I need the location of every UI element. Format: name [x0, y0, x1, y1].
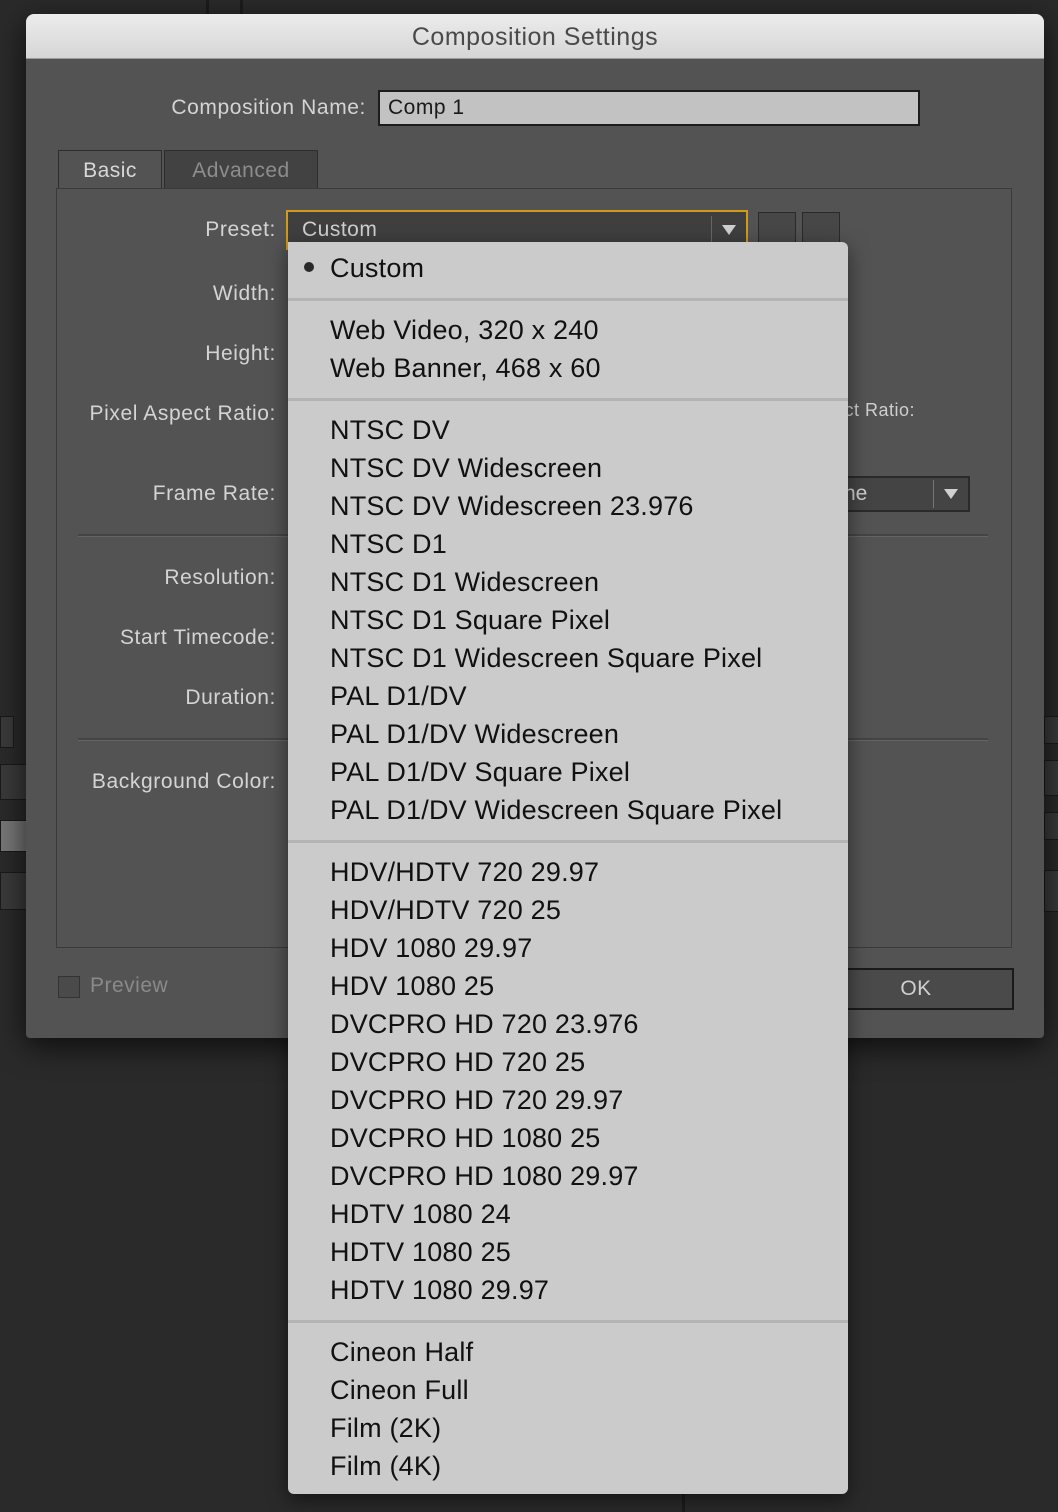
background-panel-left — [0, 716, 14, 748]
composition-name-label: Composition Name: — [171, 96, 366, 119]
background-panel-left — [0, 872, 28, 910]
menu-item[interactable]: HDTV 1080 25 — [330, 1233, 511, 1271]
menu-item[interactable]: NTSC D1 Square Pixel — [330, 601, 610, 639]
window-title: Composition Settings — [26, 14, 1044, 59]
background-panel-right — [1044, 812, 1058, 840]
tab-basic[interactable]: Basic — [58, 150, 162, 189]
menu-item[interactable]: NTSC DV — [330, 411, 450, 449]
duration-label: Duration: — [185, 686, 276, 709]
preset-value: Custom — [302, 218, 378, 241]
start-timecode-label: Start Timecode: — [119, 626, 276, 649]
background-divider — [682, 1494, 685, 1512]
menu-item[interactable]: HDV 1080 29.97 — [330, 929, 532, 967]
menu-item[interactable]: Cineon Half — [330, 1333, 473, 1371]
menu-item[interactable]: DVCPRO HD 720 29.97 — [330, 1081, 623, 1119]
menu-separator — [288, 1320, 848, 1323]
menu-item[interactable]: PAL D1/DV — [330, 677, 467, 715]
menu-item[interactable]: Cineon Full — [330, 1371, 469, 1409]
composition-name-input[interactable]: Comp 1 — [378, 90, 920, 126]
background-panel-right — [1044, 716, 1058, 744]
background-panel-right — [1044, 870, 1058, 912]
menu-item[interactable]: NTSC D1 Widescreen — [330, 563, 599, 601]
menu-item[interactable]: Web Banner, 468 x 60 — [330, 349, 601, 387]
preview-checkbox[interactable] — [58, 976, 80, 998]
preset-menu: Custom Web Video, 320 x 240 Web Banner, … — [288, 242, 848, 1494]
background-divider — [240, 0, 243, 14]
frame-rate-label: Frame Rate: — [152, 482, 276, 505]
menu-item[interactable]: DVCPRO HD 720 25 — [330, 1043, 585, 1081]
menu-separator — [288, 298, 848, 301]
menu-item[interactable]: NTSC DV Widescreen 23.976 — [330, 487, 694, 525]
pixel-aspect-ratio-label: Pixel Aspect Ratio: — [89, 402, 276, 425]
menu-separator — [288, 840, 848, 843]
menu-separator — [288, 398, 848, 401]
background-panel-left — [0, 764, 28, 800]
selected-bullet-icon — [304, 262, 314, 272]
width-label: Width: — [212, 282, 276, 305]
menu-item[interactable]: Film (4K) — [330, 1447, 441, 1485]
background-color-label: Background Color: — [91, 770, 276, 793]
menu-item[interactable]: Custom — [330, 249, 424, 287]
preview-label: Preview — [90, 974, 169, 997]
menu-item[interactable]: DVCPRO HD 1080 25 — [330, 1119, 601, 1157]
menu-item[interactable]: HDTV 1080 24 — [330, 1195, 511, 1233]
menu-item[interactable]: HDTV 1080 29.97 — [330, 1271, 549, 1309]
height-label: Height: — [205, 342, 276, 365]
menu-item[interactable]: NTSC D1 Widescreen Square Pixel — [330, 639, 762, 677]
menu-item[interactable]: PAL D1/DV Square Pixel — [330, 753, 630, 791]
menu-item[interactable]: HDV/HDTV 720 29.97 — [330, 853, 599, 891]
menu-item[interactable]: PAL D1/DV Widescreen — [330, 715, 619, 753]
chevron-down-icon — [933, 480, 968, 508]
background-divider — [206, 0, 209, 14]
menu-item[interactable]: DVCPRO HD 1080 29.97 — [330, 1157, 639, 1195]
preset-label: Preset: — [205, 218, 276, 241]
menu-item[interactable]: NTSC DV Widescreen — [330, 449, 602, 487]
menu-item[interactable]: HDV/HDTV 720 25 — [330, 891, 561, 929]
menu-item[interactable]: Web Video, 320 x 240 — [330, 311, 599, 349]
menu-item[interactable]: HDV 1080 25 — [330, 967, 494, 1005]
resolution-label: Resolution: — [164, 566, 276, 589]
menu-item[interactable]: PAL D1/DV Widescreen Square Pixel — [330, 791, 782, 829]
background-panel-right — [1044, 760, 1058, 796]
menu-item[interactable]: Film (2K) — [330, 1409, 441, 1447]
menu-item[interactable]: NTSC D1 — [330, 525, 447, 563]
menu-item[interactable]: DVCPRO HD 720 23.976 — [330, 1005, 639, 1043]
chevron-down-icon — [711, 216, 746, 244]
background-panel-left — [0, 820, 28, 852]
tab-advanced[interactable]: Advanced — [164, 150, 318, 190]
